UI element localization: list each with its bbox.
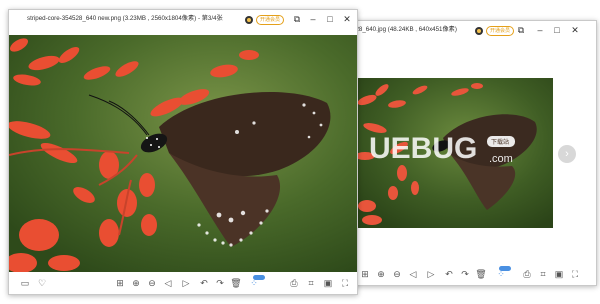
- print-icon[interactable]: ⎙: [521, 268, 533, 280]
- next-icon[interactable]: ▷: [180, 277, 192, 289]
- fit-icon[interactable]: ▣: [553, 268, 565, 280]
- watermark-tag: 下载站: [491, 138, 509, 146]
- new-badge: [253, 275, 265, 280]
- rotate-left-icon[interactable]: ↶: [443, 268, 455, 280]
- prev-icon[interactable]: ◁: [162, 277, 174, 289]
- trash-icon[interactable]: 🗑: [230, 277, 242, 289]
- minimize-icon[interactable]: –: [307, 13, 319, 25]
- maximize-icon[interactable]: □: [324, 13, 336, 25]
- close-icon[interactable]: ✕: [341, 13, 353, 25]
- crop-icon[interactable]: ⌗: [537, 268, 549, 280]
- zoom-in-icon[interactable]: ⊕: [130, 277, 142, 289]
- next-icon[interactable]: ▷: [425, 268, 437, 280]
- fit-icon[interactable]: ▣: [322, 277, 334, 289]
- watermark-dotcom: .com: [489, 153, 513, 165]
- viewer-window-secondary[interactable]: 528_640.jpg (48.24KB , 640x451像素) 开通会员 ⧉…: [348, 20, 597, 286]
- new-badge: [499, 266, 511, 271]
- zoom-in-icon[interactable]: ⊕: [375, 268, 387, 280]
- bottom-toolbar: ▭ ♡ ⊞ ⊕ ⊖ ◁ ▷ ↶ ↷ 🗑 ⁘ ⎙ ⌗ ▣ ⛶: [9, 272, 357, 294]
- title-bar[interactable]: striped-core-354528_640 new.png (3.23MB …: [9, 10, 357, 30]
- crop-icon[interactable]: ⌗: [305, 277, 317, 289]
- pin-icon[interactable]: ⧉: [291, 13, 303, 25]
- next-image-arrow[interactable]: ›: [558, 145, 576, 163]
- print-icon[interactable]: ⎙: [288, 277, 300, 289]
- heart-icon[interactable]: ♡: [36, 277, 48, 289]
- image-canvas[interactable]: UEBUG .com 下载站: [355, 78, 553, 228]
- window-title: 528_640.jpg (48.24KB , 640x451像素): [352, 26, 457, 33]
- grid-icon[interactable]: ⊞: [359, 268, 371, 280]
- butterfly-photo: UEBUG .com 下载站: [355, 78, 553, 228]
- fullscreen-icon[interactable]: ⛶: [339, 277, 351, 289]
- rotate-right-icon[interactable]: ↷: [214, 277, 226, 289]
- vip-badge[interactable]: 开通会员: [256, 15, 285, 25]
- trash-icon[interactable]: 🗑: [475, 268, 487, 280]
- grid-icon[interactable]: ⊞: [114, 277, 126, 289]
- butterfly-photo: [9, 35, 357, 273]
- viewer-window-main[interactable]: striped-core-354528_640 new.png (3.23MB …: [8, 9, 358, 295]
- pin-icon[interactable]: ⧉: [515, 24, 527, 36]
- fullscreen-icon[interactable]: ⛶: [569, 268, 581, 280]
- rotate-right-icon[interactable]: ↷: [459, 268, 471, 280]
- window-title: striped-core-354528_640 new.png (3.23MB …: [27, 15, 223, 22]
- rotate-left-icon[interactable]: ↶: [198, 277, 210, 289]
- maximize-icon[interactable]: □: [551, 24, 563, 36]
- avatar-face: [247, 18, 251, 22]
- title-bar[interactable]: 528_640.jpg (48.24KB , 640x451像素) 开通会员 ⧉…: [349, 21, 596, 41]
- folder-icon[interactable]: ▭: [19, 277, 31, 289]
- zoom-out-icon[interactable]: ⊖: [391, 268, 403, 280]
- image-canvas[interactable]: [9, 35, 357, 273]
- watermark-text: UEBUG: [369, 132, 477, 165]
- avatar-face: [477, 29, 481, 33]
- close-icon[interactable]: ✕: [569, 24, 581, 36]
- minimize-icon[interactable]: –: [534, 24, 546, 36]
- vip-badge[interactable]: 开通会员: [486, 26, 515, 36]
- prev-icon[interactable]: ◁: [407, 268, 419, 280]
- zoom-out-icon[interactable]: ⊖: [146, 277, 158, 289]
- bottom-toolbar: ⊞ ⊕ ⊖ ◁ ▷ ↶ ↷ 🗑 ⁘ ⎙ ⌗ ▣ ⛶: [349, 263, 596, 285]
